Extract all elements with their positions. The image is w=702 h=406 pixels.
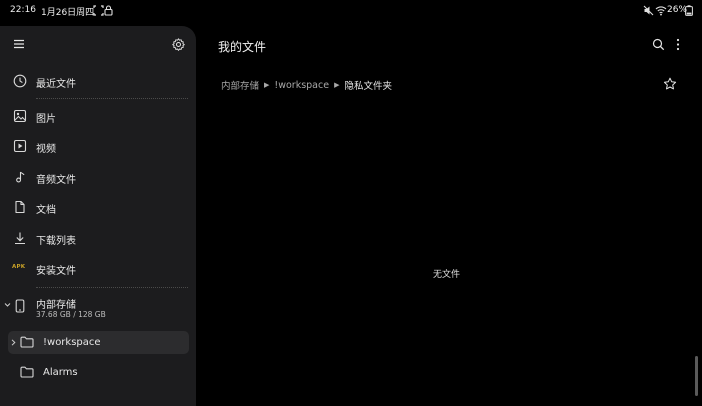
video-icon [13,139,27,153]
focus-icon [93,5,104,16]
search-icon[interactable] [652,38,665,51]
status-bar: 22:16 1月26日周四 26% [0,0,702,22]
music-icon [13,170,27,184]
folder-icon [20,366,34,378]
battery-percent: 26% [667,5,688,15]
storage-internal[interactable]: 内部存储 37.68 GB / 128 GB [0,292,196,324]
sidebar-item-installers[interactable]: APK 安装文件 [0,254,196,282]
status-date: 1月26日周四 [41,8,95,18]
mute-icon [643,5,654,16]
sidebar-item-images[interactable]: 图片 [0,102,196,130]
clock-icon [13,74,27,88]
sidebar-item-label: 视频 [36,144,56,155]
folder-row-alarms[interactable]: Alarms [8,361,189,384]
star-icon[interactable] [663,77,677,91]
chevron-right-icon[interactable] [11,339,16,346]
menu-icon[interactable] [13,39,25,49]
breadcrumb-item[interactable]: !workspace [274,80,329,91]
sidebar-item-label: 最近文件 [36,79,76,90]
folder-row-workspace[interactable]: !workspace [8,331,189,354]
breadcrumb-item-current[interactable]: 隐私文件夹 [344,78,392,92]
wifi-icon [655,5,667,16]
sidebar-item-label: 文档 [36,205,56,216]
breadcrumb: 内部存储 ▶ !workspace ▶ 隐私文件夹 [221,77,392,93]
settings-gear-icon[interactable] [172,38,185,51]
divider [36,287,188,288]
folder-label: !workspace [43,337,101,348]
apk-icon: APK [12,264,26,270]
lock-icon [104,5,113,16]
page-title: 我的文件 [218,40,267,54]
sidebar-item-videos[interactable]: 视频 [0,132,196,160]
more-options-icon[interactable] [675,38,681,51]
empty-state-text: 无文件 [433,270,461,280]
image-icon [13,109,27,123]
sidebar-item-documents[interactable]: 文档 [0,193,196,221]
phone-icon [15,299,25,313]
folder-label: Alarms [43,367,78,378]
breadcrumb-item[interactable]: 内部存储 [221,78,259,92]
breadcrumb-separator-icon: ▶ [334,81,340,89]
sidebar-item-audio[interactable]: 音频文件 [0,163,196,191]
sidebar-item-label: 安装文件 [36,266,76,277]
folder-icon [20,336,34,348]
status-time: 22:16 [10,5,36,15]
storage-label: 内部存储 [36,300,76,311]
sidebar: 最近文件 图片 视频 音频文件 文档 下载列表 APK 安装文件 内部存储 37… [0,26,196,406]
chevron-down-icon[interactable] [4,302,11,308]
breadcrumb-separator-icon: ▶ [264,81,270,89]
sidebar-item-recent[interactable]: 最近文件 [0,67,196,95]
download-icon [13,231,27,245]
sidebar-item-label: 图片 [36,114,56,125]
sidebar-item-downloads[interactable]: 下载列表 [0,224,196,252]
sidebar-item-label: 音频文件 [36,175,76,186]
sidebar-item-label: 下载列表 [36,236,76,247]
battery-icon [685,5,693,16]
divider [36,98,188,99]
storage-capacity: 37.68 GB / 128 GB [36,310,106,319]
document-icon [13,200,27,214]
scrollbar[interactable] [695,356,698,396]
